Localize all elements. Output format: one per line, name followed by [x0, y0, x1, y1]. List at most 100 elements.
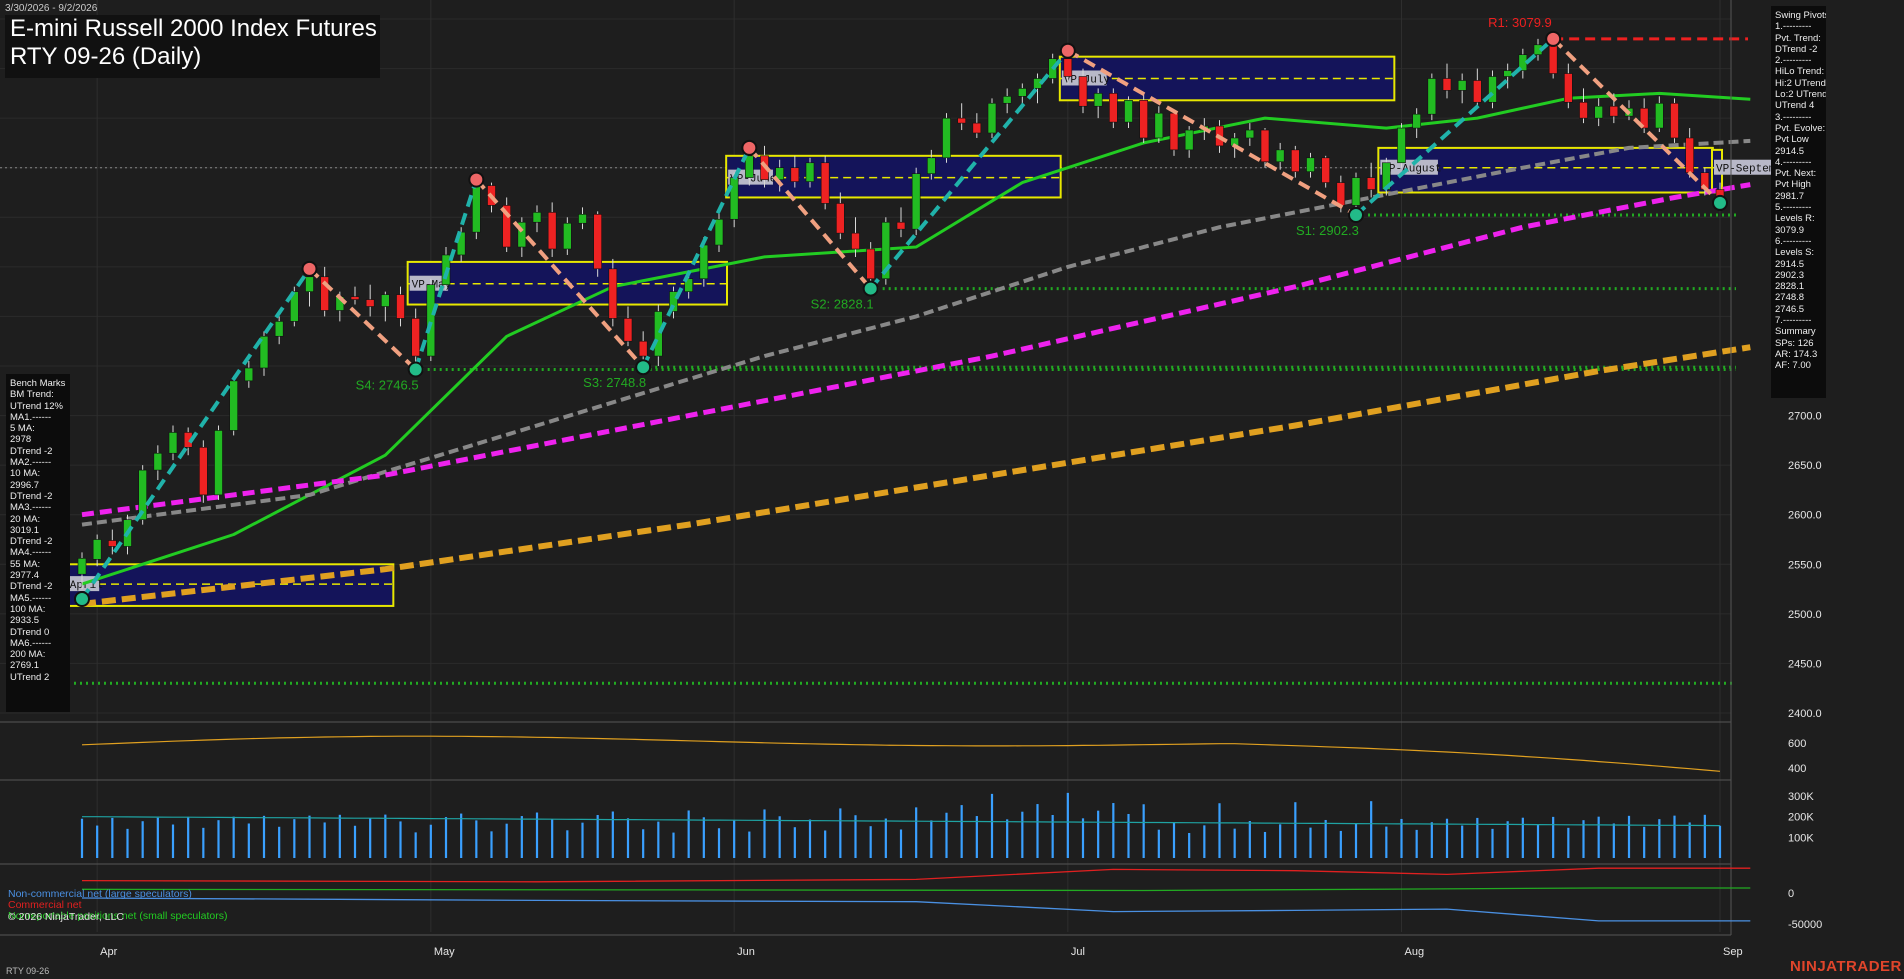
candle-body	[1655, 102, 1664, 129]
candle-body	[654, 311, 663, 357]
candle-body	[1670, 102, 1679, 139]
candle-body	[1503, 70, 1512, 77]
panel-line: DTrend -2	[10, 490, 53, 502]
swing-low-marker	[407, 361, 424, 378]
swing-pivots-panel: Swing Pivots 1.--------- Pvt. Trend: DTrend…	[1771, 6, 1826, 398]
grid-layer	[0, 0, 1731, 932]
candle-body	[1169, 112, 1179, 151]
volume-tick: 200K	[1788, 812, 1814, 824]
bench-marks-panel: Bench Marks BM Trend: UTrend 12% MA1.------…	[6, 374, 70, 712]
candle-body	[866, 248, 875, 280]
swing-low-marker	[635, 359, 652, 376]
panel-line: 2977.4	[10, 570, 40, 582]
panel-line: 2914.5	[1775, 258, 1805, 270]
candle-body	[77, 558, 87, 575]
atr-subpanel: 600 400	[0, 721, 1806, 775]
panel-line: 3019.1	[10, 524, 40, 536]
candle-body	[1063, 58, 1073, 77]
cot-tick: -50000	[1788, 919, 1822, 931]
candle-body	[168, 432, 178, 454]
panel-line: 2746.5	[1775, 303, 1805, 315]
price-tick-label: 2550.0	[1788, 559, 1822, 571]
price-chart[interactable]: VP-AprilVP-MayVP-JuneVP-JulyVP-AugustVP-…	[0, 0, 1904, 979]
panel-line: MA4.------	[10, 547, 52, 559]
price-tick-label: 2400.0	[1788, 708, 1822, 720]
candle-body	[1473, 80, 1482, 103]
support-label: S3: 2748.8	[583, 375, 646, 390]
candle-body	[305, 276, 314, 292]
candle-body	[411, 318, 420, 357]
atr-line	[81, 735, 1721, 772]
panel-line: 5 MA:	[10, 423, 35, 435]
candle-body	[972, 122, 982, 134]
panel-line: Pvt High	[1775, 179, 1811, 191]
candle-body	[426, 284, 436, 357]
candle-body	[214, 430, 223, 496]
swing-high-marker	[741, 139, 758, 156]
panel-line: Bench Marks	[10, 378, 66, 389]
panel-line: Pvt. Trend:	[1775, 32, 1821, 44]
price-tick-label: 2700.0	[1788, 411, 1822, 423]
panel-line: Levels S:	[1775, 247, 1815, 259]
candle-body	[1564, 73, 1573, 103]
cot-commercial-line	[81, 867, 1751, 883]
panel-line: DTrend 0	[10, 626, 50, 638]
panel-line: DTrend -2	[10, 536, 53, 548]
candle-body	[1366, 177, 1376, 190]
support-label: S1: 2902.3	[1296, 223, 1359, 238]
candle-body	[1002, 96, 1012, 104]
panel-line: 20 MA:	[10, 513, 41, 525]
candle-body	[563, 222, 572, 250]
candle-body	[836, 203, 845, 234]
swing-low-marker	[1712, 194, 1728, 211]
candle-body	[199, 446, 208, 496]
resistance-label: R1: 3079.9	[1488, 15, 1552, 30]
swing-low-marker	[862, 280, 879, 297]
copyright: © 2026 NinjaTrader, LLC	[8, 911, 124, 923]
volume-subpanel: 300K 200K 100K	[0, 779, 1814, 858]
panel-line: 1.---------	[1775, 21, 1812, 33]
candle-body	[1321, 157, 1330, 183]
panel-line: 5.---------	[1775, 202, 1812, 214]
panel-line: BM Trend:	[10, 389, 54, 401]
price-tick-label: 2650.0	[1788, 460, 1822, 472]
ninjatrader-logo: NINJATRADER	[1790, 958, 1902, 975]
swing-low-marker	[74, 590, 90, 607]
support-label: S4: 2746.5	[356, 377, 419, 392]
candle-body	[608, 268, 618, 319]
swing-leg	[80, 267, 312, 601]
swing-high-marker	[1545, 30, 1562, 47]
candle-body	[532, 212, 542, 223]
candle-body	[1488, 76, 1497, 103]
candle-body	[1427, 78, 1437, 115]
candle-body	[1154, 112, 1164, 139]
candle-body	[1109, 93, 1118, 123]
panel-line: HiLo Trend:	[1775, 66, 1825, 78]
candle-body	[1442, 78, 1452, 91]
vp-label: VP-August	[1382, 164, 1441, 176]
candle-body	[593, 214, 602, 270]
chart-title-box: E-mini Russell 2000 Index Futures RTY 09…	[5, 15, 380, 78]
candle-body	[1306, 157, 1315, 172]
chart-title: E-mini Russell 2000 Index Futures	[10, 15, 377, 42]
candle-body	[350, 296, 360, 300]
candle-body	[1579, 101, 1588, 119]
candle-body	[927, 157, 936, 174]
candle-body	[1397, 127, 1406, 164]
panel-line: AR: 174.3	[1775, 348, 1818, 360]
panel-line: Pvt. Evolve:	[1775, 122, 1826, 134]
candle-body	[1609, 105, 1619, 117]
candle-body	[1685, 137, 1694, 173]
candle-body	[108, 540, 117, 547]
panel-line: DTrend -2	[1775, 43, 1818, 55]
panel-line: 6.---------	[1775, 235, 1812, 247]
cot-subpanel: 0 -50000	[0, 863, 1822, 936]
panel-line: SPs: 126	[1775, 337, 1814, 349]
candle-body	[1078, 76, 1088, 107]
panel-line: UTrend 12%	[10, 400, 63, 412]
volume-avg-line	[82, 816, 1721, 827]
swing-high-marker	[468, 171, 485, 188]
panel-line: MA1.------	[10, 411, 52, 423]
swing-leg	[308, 267, 418, 371]
candle-body	[578, 214, 587, 224]
